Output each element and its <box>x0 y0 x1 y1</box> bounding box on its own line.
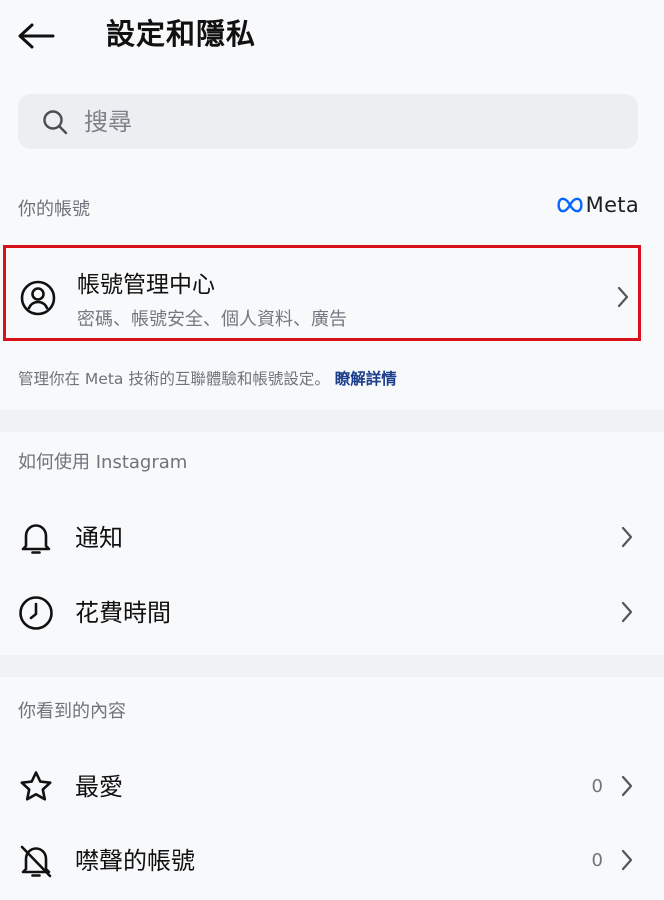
description-text: 管理你在 Meta 技術的互聯體驗和帳號設定。 <box>18 370 330 388</box>
chevron-right-icon <box>621 526 633 548</box>
menu-item-favorites[interactable]: 最愛 0 <box>0 755 664 819</box>
bell-icon <box>21 524 51 554</box>
learn-more-link[interactable]: 瞭解詳情 <box>335 370 397 388</box>
accounts-center-subtitle: 密碼、帳號安全、個人資料、廣告 <box>77 309 347 330</box>
back-button[interactable] <box>14 16 58 56</box>
menu-item-label: 噤聲的帳號 <box>75 847 195 875</box>
chevron-right-icon <box>617 286 629 308</box>
section-label-what-you-see: 你看到的內容 <box>18 701 126 722</box>
page-title: 設定和隱私 <box>106 17 257 51</box>
menu-item-muted-accounts[interactable]: 噤聲的帳號 0 <box>0 829 664 893</box>
menu-item-time-spent[interactable]: 花費時間 <box>0 581 664 645</box>
section-label-how-you-use: 如何使用 Instagram <box>18 452 188 473</box>
accounts-center-item[interactable]: 帳號管理中心 密碼、帳號安全、個人資料、廣告 <box>3 245 641 341</box>
user-circle-icon <box>20 280 56 316</box>
meta-brand-text: Meta <box>585 193 639 217</box>
chevron-right-icon <box>621 775 633 797</box>
section-divider <box>0 655 664 677</box>
search-input[interactable] <box>84 107 604 136</box>
menu-item-notifications[interactable]: 通知 <box>0 506 664 570</box>
favorites-count: 0 <box>591 776 603 797</box>
header-bar: 設定和隱私 <box>0 0 664 72</box>
chevron-right-icon <box>621 601 633 623</box>
accounts-center-title: 帳號管理中心 <box>77 272 215 298</box>
menu-item-label: 最愛 <box>75 773 123 801</box>
clock-icon <box>19 596 53 630</box>
meta-infinity-icon <box>557 197 583 213</box>
menu-item-label: 花費時間 <box>75 599 171 627</box>
section-divider <box>0 410 664 432</box>
meta-logo: Meta <box>557 193 639 217</box>
bell-muted-icon <box>20 845 52 878</box>
chevron-right-icon <box>621 849 633 871</box>
menu-item-label: 通知 <box>75 524 123 552</box>
star-icon <box>20 771 52 801</box>
muted-accounts-count: 0 <box>591 850 603 871</box>
arrow-left-icon <box>18 23 55 49</box>
search-icon <box>43 109 68 134</box>
search-bar[interactable] <box>18 94 638 149</box>
accounts-center-description: 管理你在 Meta 技術的互聯體驗和帳號設定。 瞭解詳情 <box>18 368 397 390</box>
section-label-your-account: 你的帳號 <box>18 199 90 220</box>
